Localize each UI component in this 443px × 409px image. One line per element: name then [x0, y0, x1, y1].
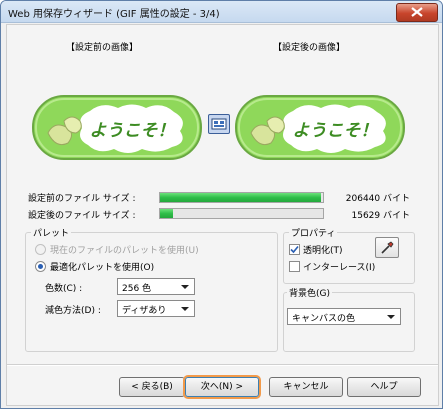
footer-separator: [7, 364, 438, 366]
eyedropper-icon: [381, 241, 394, 254]
after-size-value: 15629 バイト: [351, 211, 411, 221]
use-current-palette-radio[interactable]: [35, 244, 46, 255]
close-icon: [411, 7, 423, 17]
before-size-label: 設定前のファイル サイズ :: [28, 194, 136, 204]
before-size-value: 206440 バイト: [345, 194, 410, 204]
use-current-palette-label: 現在のファイルのパレットを使用(U): [50, 246, 199, 256]
use-optimized-palette-radio[interactable]: [35, 261, 46, 272]
background-color-group-title: 背景色(G): [287, 286, 332, 299]
compare-view-icon[interactable]: [208, 114, 230, 134]
after-image-label: 【設定後の画像】: [273, 43, 346, 53]
after-banner-text: ようこそ！: [293, 121, 378, 141]
palette-group-title: パレット: [31, 226, 72, 239]
cancel-button[interactable]: キャンセル: [269, 377, 343, 397]
reduction-method-select[interactable]: ディザあり: [117, 300, 195, 317]
background-color-value: キャンバスの色: [292, 314, 356, 324]
checkmark-icon: [290, 245, 299, 254]
after-size-bar-fill: [160, 209, 174, 218]
next-button[interactable]: 次へ(N) >: [185, 377, 259, 397]
before-image-preview: ようこそ！: [32, 95, 202, 160]
chevron-down-icon: [181, 307, 189, 311]
after-image-preview: ようこそ！: [235, 95, 405, 160]
color-count-value: 256 色: [122, 284, 152, 294]
after-size-bar: [159, 208, 324, 219]
color-picker-button[interactable]: [375, 237, 399, 258]
properties-group-title: プロパティ: [289, 226, 338, 239]
reduction-method-label: 減色方法(D) :: [45, 306, 101, 316]
wizard-content: 【設定前の画像】 【設定後の画像】 ようこそ！ ようこそ！ 設定前のファイル サ…: [6, 24, 439, 406]
before-size-bar: [159, 192, 324, 203]
chevron-down-icon: [387, 315, 395, 319]
chevron-down-icon: [181, 285, 189, 289]
reduction-method-value: ディザあり: [122, 306, 167, 316]
window-title: Web 用保存ウィザード (GIF 属性の設定 - 3/4): [8, 9, 220, 20]
transparent-checkbox[interactable]: [289, 244, 300, 255]
before-image-label: 【設定前の画像】: [66, 43, 139, 53]
color-count-label: 色数(C) :: [45, 284, 83, 294]
background-color-select[interactable]: キャンバスの色: [287, 308, 401, 325]
wizard-window: Web 用保存ウィザード (GIF 属性の設定 - 3/4) 【設定前の画像】 …: [0, 0, 443, 409]
image-compare-icon: [211, 118, 227, 130]
before-banner-text: ようこそ！: [90, 121, 175, 141]
after-size-label: 設定後のファイル サイズ :: [28, 211, 136, 221]
color-count-select[interactable]: 256 色: [117, 278, 195, 295]
interlace-checkbox[interactable]: [289, 261, 300, 272]
help-button[interactable]: ヘルプ: [347, 377, 421, 397]
interlace-label: インターレース(I): [303, 263, 376, 273]
back-button[interactable]: < 戻る(B): [119, 377, 185, 397]
use-optimized-palette-label: 最適化パレットを使用(O): [50, 263, 155, 273]
transparent-label: 透明化(T): [303, 246, 343, 256]
before-size-bar-fill: [160, 193, 322, 202]
title-bar[interactable]: Web 用保存ウィザード (GIF 属性の設定 - 3/4): [1, 1, 442, 23]
close-button[interactable]: [396, 3, 438, 22]
